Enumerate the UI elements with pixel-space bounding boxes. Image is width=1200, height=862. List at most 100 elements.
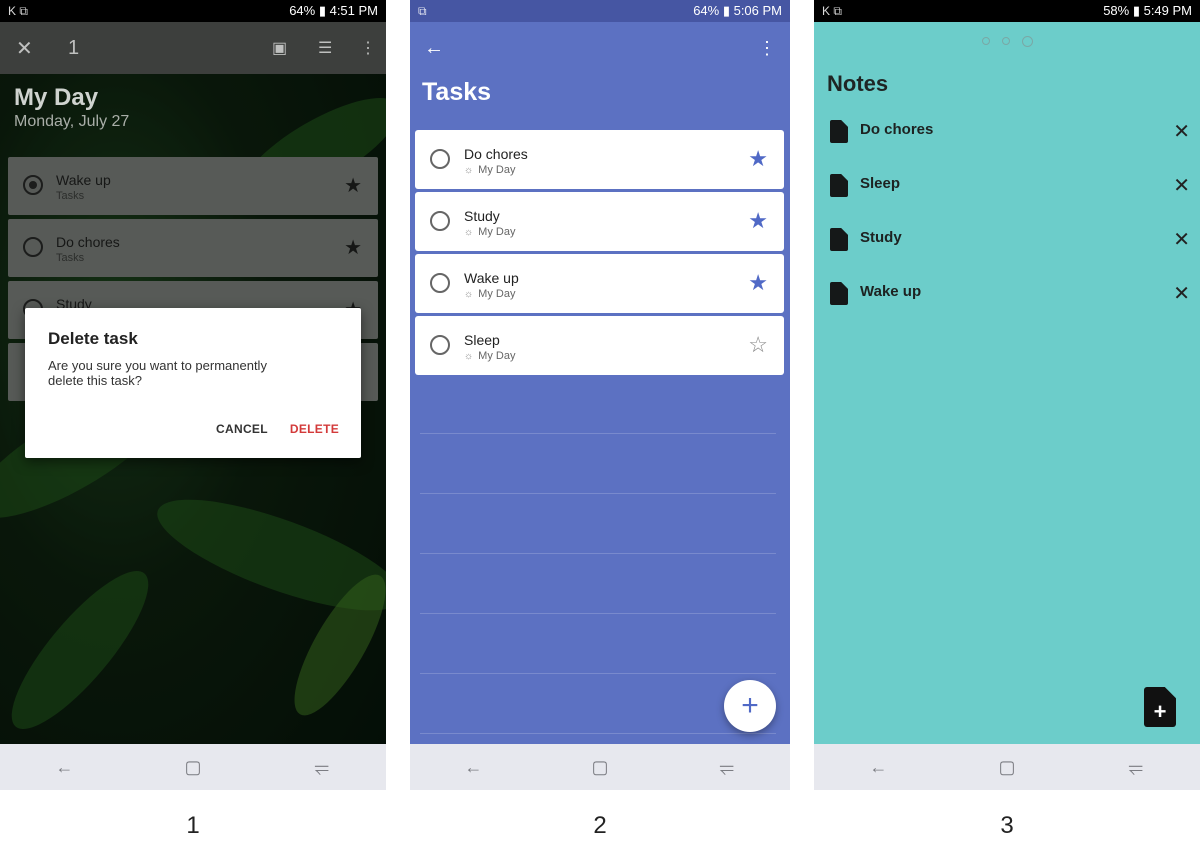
task-list: Tasks: [56, 190, 85, 202]
close-icon[interactable]: ✕: [1173, 119, 1190, 144]
recents-icon[interactable]: ⥫: [697, 757, 757, 778]
task-title: Wake up: [56, 172, 111, 188]
sun-icon: ☼: [464, 288, 474, 300]
task-list-name: My Day: [478, 350, 516, 362]
selected-count: 1: [68, 36, 80, 59]
tasks-appbar: ← ⋮: [410, 22, 790, 74]
task-item[interactable]: Do chores Tasks ★: [8, 219, 378, 277]
system-nav-bar: ← ▢ ⥫: [0, 744, 386, 790]
close-icon[interactable]: ✕: [1173, 281, 1190, 306]
note-title: Sleep: [860, 175, 901, 192]
sun-icon: ☼: [464, 350, 474, 362]
page-date: Monday, July 27: [14, 113, 130, 130]
panel-label: 3: [1000, 812, 1014, 839]
cancel-button[interactable]: CANCEL: [216, 422, 268, 436]
back-icon[interactable]: ←: [443, 757, 503, 778]
checkbox-icon[interactable]: [23, 175, 43, 195]
panel-label: 2: [593, 812, 607, 839]
more-vert-icon[interactable]: ⋮: [758, 38, 776, 59]
more-vert-icon[interactable]: ⋮: [360, 38, 376, 58]
task-item[interactable]: Wake up ☼ My Day ★: [415, 254, 784, 313]
star-outline-icon[interactable]: ☆: [748, 332, 768, 358]
recents-icon[interactable]: ⥫: [292, 757, 352, 778]
selection-appbar: ✕ 1 ▣ ☰ ⋮: [0, 22, 386, 74]
page-title: My Day: [14, 84, 99, 111]
page-dot[interactable]: [981, 37, 990, 45]
status-bar: K ⧉ 64% ▮ 4:51 PM: [0, 0, 386, 22]
close-icon[interactable]: ✕: [16, 36, 33, 61]
calendar-icon[interactable]: ▣: [272, 38, 287, 58]
add-note-icon[interactable]: +: [1144, 687, 1176, 727]
back-icon[interactable]: ←: [848, 757, 908, 778]
status-left: ⧉: [418, 3, 427, 18]
close-icon[interactable]: ✕: [1173, 173, 1190, 198]
document-icon: [830, 282, 848, 305]
status-left: K ⧉: [822, 3, 842, 18]
page-title: Notes: [827, 71, 889, 96]
sun-icon: ☼: [464, 164, 474, 176]
page-dot[interactable]: [1001, 37, 1010, 45]
phone-screen-notes: K ⧉ 58% ▮ 5:49 PM Notes Do chores ✕ Slee…: [814, 0, 1200, 790]
home-icon[interactable]: ▢: [570, 757, 630, 778]
task-list: Do chores ☼ My Day ★ Study ☼ My Day ★ Wake…: [415, 130, 784, 378]
note-item[interactable]: Wake up ✕: [830, 280, 1190, 308]
system-nav-bar: ← ▢ ⥫: [410, 744, 790, 790]
note-item[interactable]: Study ✕: [830, 226, 1190, 254]
dialog-heading: Delete task: [48, 329, 138, 348]
task-list: Tasks: [56, 252, 85, 264]
delete-button[interactable]: DELETE: [290, 422, 339, 436]
checkbox-icon[interactable]: [430, 211, 450, 231]
task-title: Study: [464, 208, 500, 224]
phone-screen-tasks: ⧉ 64% ▮ 5:06 PM ← ⋮ Tasks Do chores ☼ My …: [410, 0, 790, 790]
checkbox-icon[interactable]: [430, 273, 450, 293]
home-icon[interactable]: ▢: [977, 757, 1037, 778]
star-icon[interactable]: ★: [748, 208, 768, 234]
task-list-name: My Day: [478, 288, 516, 300]
task-item[interactable]: Do chores ☼ My Day ★: [415, 130, 784, 189]
panel-label: 1: [186, 812, 200, 839]
status-left: K ⧉: [8, 3, 28, 18]
list-icon[interactable]: ☰: [318, 38, 332, 58]
star-icon[interactable]: ★: [748, 146, 768, 172]
home-icon[interactable]: ▢: [163, 757, 223, 778]
checkbox-icon[interactable]: [430, 149, 450, 169]
close-icon[interactable]: ✕: [1173, 227, 1190, 252]
star-icon[interactable]: ★: [344, 235, 362, 260]
task-title: Do chores: [464, 146, 528, 162]
task-item[interactable]: Sleep ☼ My Day ☆: [415, 316, 784, 375]
status-right: 64% ▮ 5:06 PM: [693, 3, 782, 18]
task-item[interactable]: Study ☼ My Day ★: [415, 192, 784, 251]
page-dot-active[interactable]: [1021, 36, 1033, 47]
status-bar: ⧉ 64% ▮ 5:06 PM: [410, 0, 790, 22]
back-icon[interactable]: ←: [34, 757, 94, 778]
status-right: 58% ▮ 5:49 PM: [1103, 3, 1192, 18]
note-title: Wake up: [860, 283, 922, 300]
checkbox-icon[interactable]: [23, 237, 43, 257]
task-title: Sleep: [464, 332, 500, 348]
sun-icon: ☼: [464, 226, 474, 238]
note-item[interactable]: Sleep ✕: [830, 172, 1190, 200]
delete-dialog: Delete task Are you sure you want to per…: [25, 308, 361, 458]
checkbox-icon[interactable]: [430, 335, 450, 355]
document-icon: [830, 174, 848, 197]
recents-icon[interactable]: ⥫: [1106, 757, 1166, 778]
phone-screen-my-day: K ⧉ 64% ▮ 4:51 PM ✕ 1 ▣ ☰ ⋮ My Day Monda…: [0, 0, 386, 790]
task-title: Wake up: [464, 270, 519, 286]
note-title: Do chores: [860, 121, 934, 138]
status-right: 64% ▮ 4:51 PM: [289, 3, 378, 18]
task-item[interactable]: Wake up Tasks ★: [8, 157, 378, 215]
star-icon[interactable]: ★: [748, 270, 768, 296]
page-title: Tasks: [422, 78, 492, 106]
back-arrow-icon[interactable]: ←: [424, 37, 444, 60]
add-task-button[interactable]: +: [724, 680, 776, 732]
task-title: Do chores: [56, 234, 120, 250]
note-title: Study: [860, 229, 902, 246]
system-nav-bar: ← ▢ ⥫: [814, 744, 1200, 790]
document-icon: [830, 228, 848, 251]
star-icon[interactable]: ★: [344, 173, 362, 198]
task-list-name: My Day: [478, 226, 516, 238]
note-item[interactable]: Do chores ✕: [830, 118, 1190, 146]
page-indicator: [814, 36, 1200, 47]
task-list-name: My Day: [478, 164, 516, 176]
status-bar: K ⧉ 58% ▮ 5:49 PM: [814, 0, 1200, 22]
